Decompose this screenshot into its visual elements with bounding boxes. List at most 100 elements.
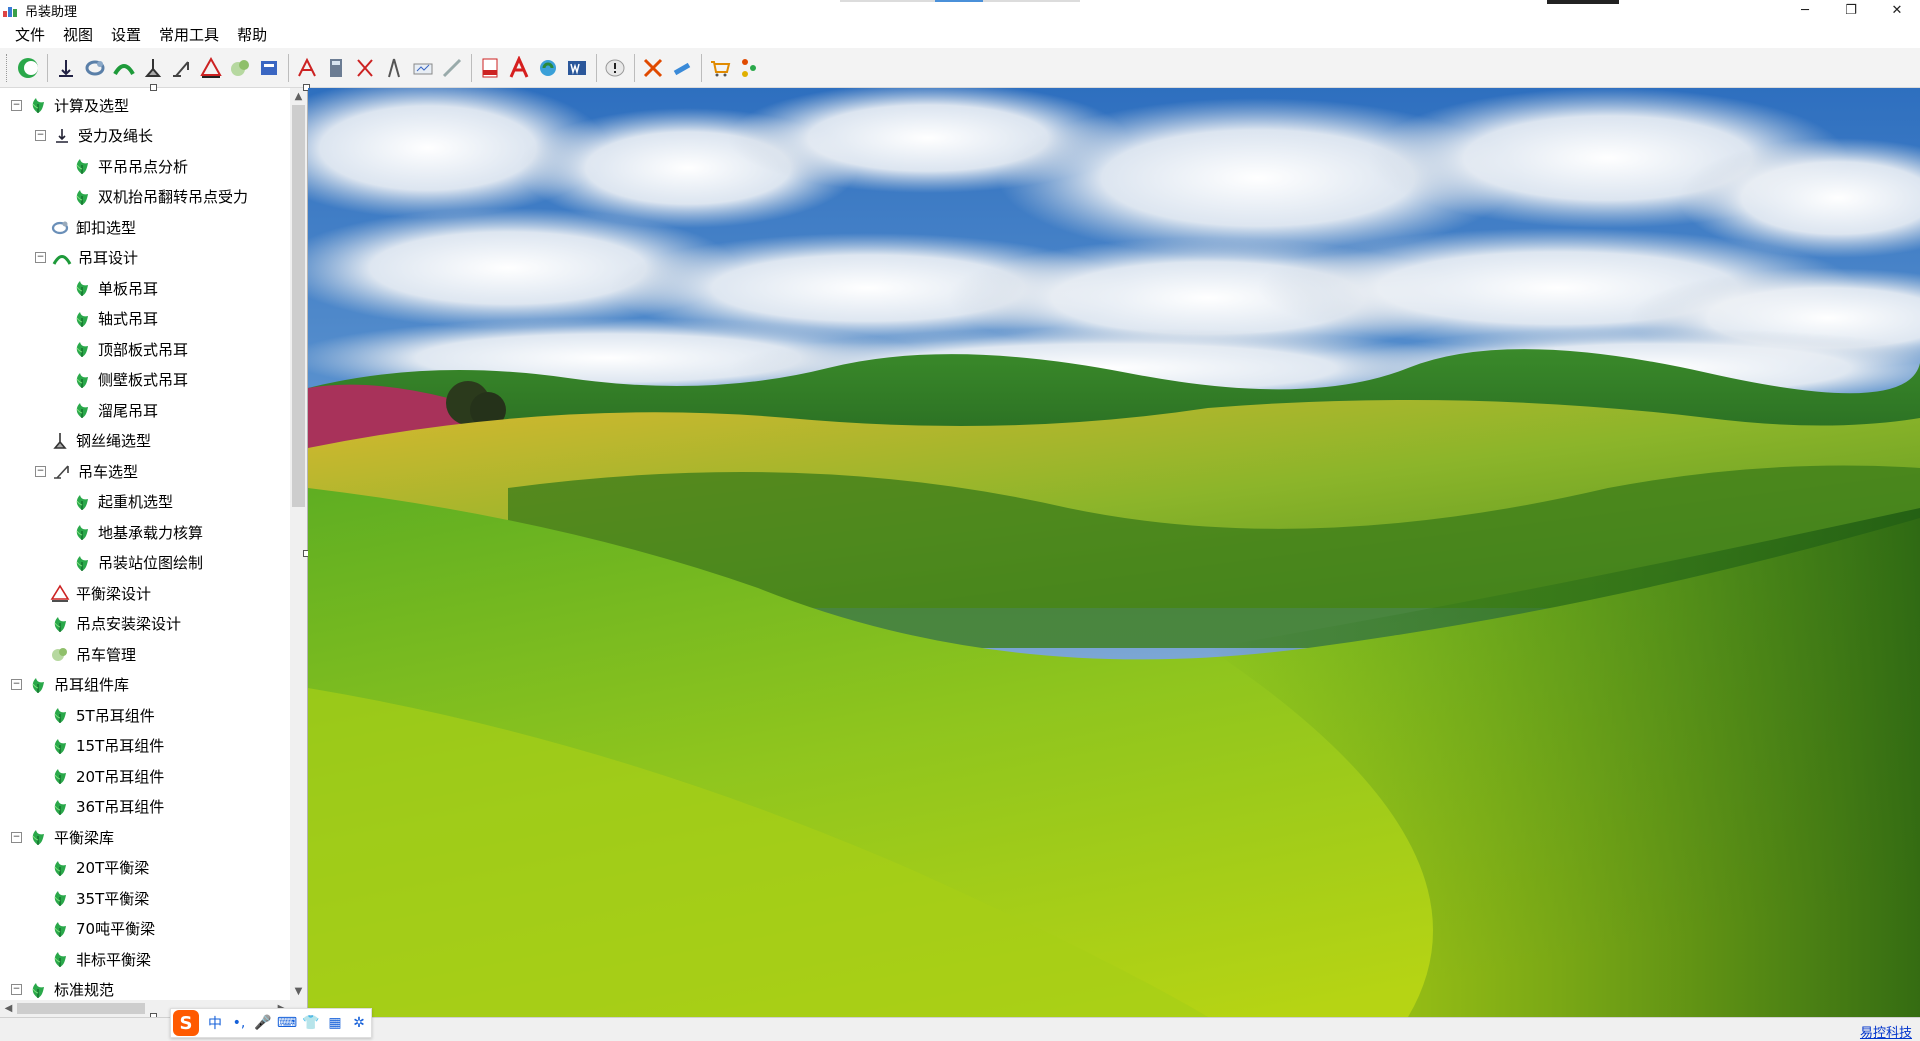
tree-node[interactable]: 钢丝绳选型	[50, 426, 151, 456]
tree-node[interactable]: 平吊吊点分析	[72, 151, 188, 181]
tree-node[interactable]: 单板吊耳	[72, 273, 158, 303]
acrobat-icon[interactable]	[505, 53, 532, 83]
tree-node-label[interactable]: 平衡梁库	[54, 827, 114, 848]
tree-node[interactable]: 轴式吊耳	[72, 304, 158, 334]
tree-node[interactable]: 非标平衡梁	[50, 944, 151, 974]
warning-icon[interactable]	[601, 53, 628, 83]
close-button[interactable]: ✕	[1874, 0, 1920, 21]
tree-vertical-scrollbar[interactable]: ▲ ▼	[290, 88, 307, 1000]
tree-node[interactable]: 顶部板式吊耳	[72, 334, 188, 364]
crane-icon[interactable]	[168, 53, 195, 83]
tree-node[interactable]: 15T吊耳组件	[50, 731, 164, 761]
scroll-thumb-horizontal[interactable]	[17, 1003, 145, 1014]
company-link[interactable]: 易控科技	[1860, 1022, 1912, 1041]
tree-node-label[interactable]: 起重机选型	[98, 491, 173, 512]
calculator-icon[interactable]	[322, 53, 349, 83]
balance-beam-icon[interactable]	[197, 53, 224, 83]
tree-node-label[interactable]: 平吊吊点分析	[98, 156, 188, 177]
tree-expander-icon[interactable]: −	[35, 465, 46, 477]
ime-apps-icon[interactable]: ▦	[323, 1011, 347, 1035]
restore-button[interactable]: ❐	[1828, 0, 1874, 21]
tree-node-label[interactable]: 吊装站位图绘制	[98, 552, 203, 573]
tree-node-label[interactable]: 吊耳组件库	[54, 674, 129, 695]
tree-node[interactable]: 70吨平衡梁	[50, 914, 155, 944]
tree-node[interactable]: − 吊车选型	[35, 456, 138, 486]
measure-icon[interactable]	[351, 53, 378, 83]
ime-settings-icon[interactable]: ✲	[347, 1011, 371, 1035]
scroll-thumb[interactable]	[292, 105, 305, 507]
menu-tools[interactable]: 常用工具	[150, 24, 228, 45]
tree-expander-icon[interactable]: −	[11, 831, 22, 843]
pdf-icon[interactable]	[476, 53, 503, 83]
tree-node-label[interactable]: 35T平衡梁	[76, 888, 149, 909]
tree-expander-icon[interactable]: −	[11, 99, 22, 111]
tree-node-label[interactable]: 5T吊耳组件	[76, 705, 155, 726]
tree-node-label[interactable]: 15T吊耳组件	[76, 735, 164, 756]
tree-node[interactable]: 吊装站位图绘制	[72, 548, 203, 578]
scroll-left-icon[interactable]: ◀	[0, 1000, 17, 1017]
drawing-icon[interactable]	[409, 53, 436, 83]
cart-icon[interactable]	[706, 53, 733, 83]
ime-punctuation-icon[interactable]: •,	[227, 1011, 251, 1035]
tree-node-label[interactable]: 36T吊耳组件	[76, 796, 164, 817]
tree-node[interactable]: 起重机选型	[72, 487, 173, 517]
tree-node-label[interactable]: 钢丝绳选型	[76, 430, 151, 451]
tree-node[interactable]: − 平衡梁库	[11, 822, 114, 852]
tree-expander-icon[interactable]: −	[35, 252, 46, 263]
word-icon[interactable]	[563, 53, 590, 83]
tree-node-label[interactable]: 吊车管理	[76, 644, 136, 665]
tree-node[interactable]: − 吊耳组件库	[11, 670, 129, 700]
compass-icon[interactable]	[380, 53, 407, 83]
navigation-tree[interactable]: − 计算及选型 − 受力及绳长平吊吊点分析双机抬吊翻转吊点受力卸扣选型 − 吊耳设计单板吊…	[0, 88, 290, 1000]
ime-toolbar[interactable]: S 中 •, 🎤 ⌨ 👕 ▦ ✲	[170, 1008, 372, 1038]
tree-node-label[interactable]: 侧壁板式吊耳	[98, 369, 188, 390]
tree-node-label[interactable]: 计算及选型	[54, 95, 129, 116]
tree-node-label[interactable]: 20T平衡梁	[76, 857, 149, 878]
pencil-icon[interactable]	[438, 53, 465, 83]
lug-icon[interactable]	[110, 53, 137, 83]
tree-node-label[interactable]: 吊点安装梁设计	[76, 613, 181, 634]
wire-rope-icon[interactable]	[139, 53, 166, 83]
tree-node[interactable]: 吊车管理	[50, 639, 136, 669]
ime-keyboard-icon[interactable]: ⌨	[275, 1011, 299, 1035]
tree-node-label[interactable]: 轴式吊耳	[98, 308, 158, 329]
tree-expander-icon[interactable]: −	[35, 130, 46, 141]
text-tool-icon[interactable]	[293, 53, 320, 83]
tree-node[interactable]: − 计算及选型	[11, 90, 129, 120]
tree-node[interactable]: 36T吊耳组件	[50, 792, 164, 822]
tree-node[interactable]: − 吊耳设计	[35, 243, 138, 273]
tree-node[interactable]: 20T平衡梁	[50, 853, 149, 883]
tree-node-label[interactable]: 吊耳设计	[78, 247, 138, 268]
link-icon[interactable]	[668, 53, 695, 83]
scroll-down-icon[interactable]: ▼	[290, 983, 307, 1000]
menu-settings[interactable]: 设置	[102, 24, 150, 45]
network-icon[interactable]	[735, 53, 762, 83]
tree-node-label[interactable]: 顶部板式吊耳	[98, 339, 188, 360]
tree-node[interactable]: 5T吊耳组件	[50, 700, 155, 730]
tree-node-label[interactable]: 70吨平衡梁	[76, 918, 155, 939]
ime-voice-icon[interactable]: 🎤	[251, 1011, 275, 1035]
tree-node-label[interactable]: 平衡梁设计	[76, 583, 151, 604]
splitter-handle[interactable]	[150, 84, 157, 91]
tree-node-label[interactable]: 单板吊耳	[98, 278, 158, 299]
tree-node-label[interactable]: 20T吊耳组件	[76, 766, 164, 787]
shackle-icon[interactable]	[81, 53, 108, 83]
menu-help[interactable]: 帮助	[228, 24, 276, 45]
tree-node-label[interactable]: 标准规范	[54, 979, 114, 1000]
minimize-button[interactable]: ─	[1782, 0, 1828, 21]
tree-node[interactable]: 吊点安装梁设计	[50, 609, 181, 639]
tree-node[interactable]: 卸扣选型	[50, 212, 136, 242]
tree-node-label[interactable]: 溜尾吊耳	[98, 400, 158, 421]
menu-view[interactable]: 视图	[54, 24, 102, 45]
tools-icon[interactable]	[639, 53, 666, 83]
tree-node[interactable]: 双机抬吊翻转吊点受力	[72, 182, 248, 212]
tree-node[interactable]: 溜尾吊耳	[72, 395, 158, 425]
tree-node[interactable]: 35T平衡梁	[50, 883, 149, 913]
ime-chinese-mode[interactable]: 中	[203, 1011, 227, 1035]
tree-node-label[interactable]: 双机抬吊翻转吊点受力	[98, 186, 248, 207]
tree-node-label[interactable]: 受力及绳长	[78, 125, 153, 146]
tree-node-label[interactable]: 卸扣选型	[76, 217, 136, 238]
force-icon[interactable]	[52, 53, 79, 83]
tree-node[interactable]: 平衡梁设计	[50, 578, 151, 608]
home-icon[interactable]	[14, 53, 41, 83]
